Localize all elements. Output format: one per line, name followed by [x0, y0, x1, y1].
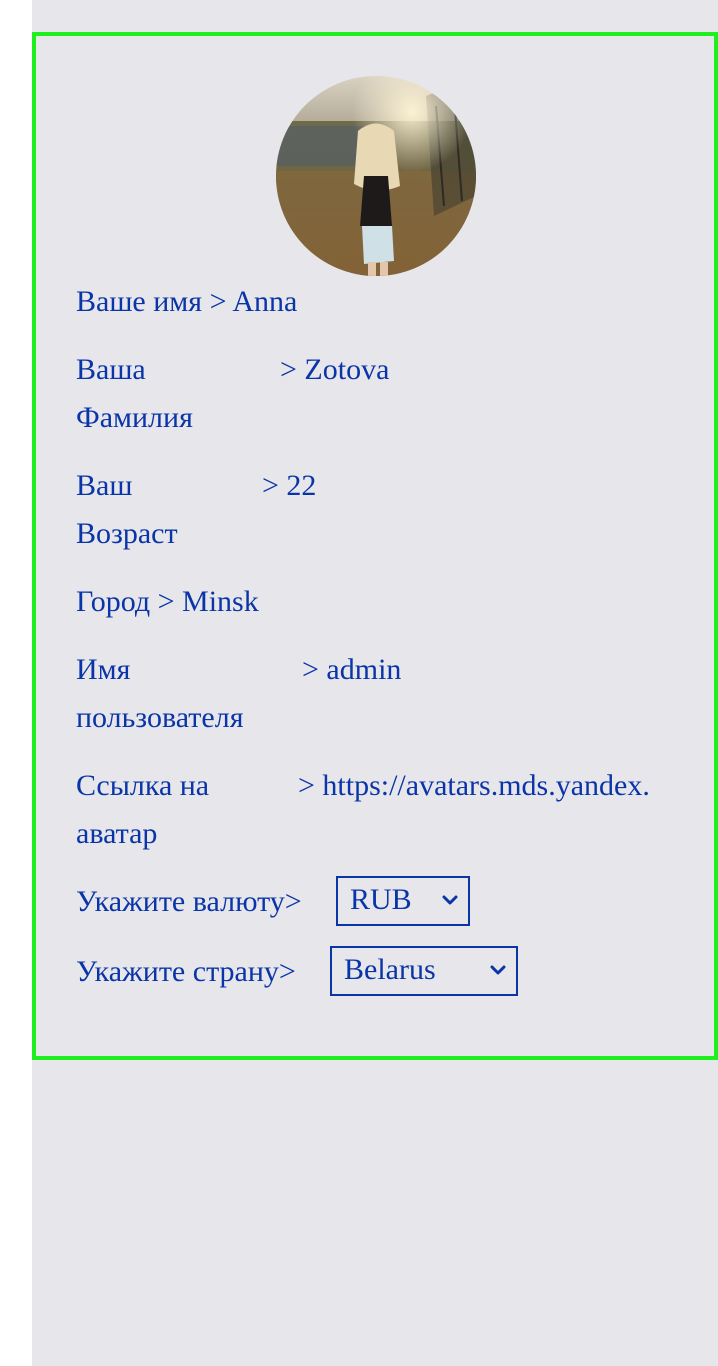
avatar-link-value: > https://avatars.mds.yandex.	[298, 769, 650, 802]
avatar	[276, 76, 476, 276]
age-label-line-2: Возраст	[76, 517, 178, 550]
city-label: Город	[76, 585, 151, 618]
city-value: > Minsk	[157, 585, 259, 618]
city-row: Город > Minsk	[76, 578, 259, 626]
surname-label: Ваша Фамилия	[76, 346, 276, 442]
name-row: Ваше имя > Anna	[76, 278, 297, 326]
username-label-line-1: Имя	[76, 653, 131, 686]
country-select[interactable]: Belarus	[330, 946, 518, 996]
age-label-line-1: Ваш	[76, 469, 133, 502]
surname-row: Ваша Фамилия > Zotova	[76, 346, 389, 442]
avatar-photo	[276, 76, 476, 276]
chevron-down-icon	[442, 895, 458, 905]
username-label: Имя пользователя	[76, 646, 298, 742]
surname-label-line-2: Фамилия	[76, 401, 193, 434]
country-label: Укажите страну>	[76, 955, 296, 988]
username-row: Имя пользователя > admin	[76, 646, 401, 742]
name-value: > Anna	[209, 285, 298, 318]
country-row: Укажите страну>	[76, 948, 296, 996]
avatar-link-label-line-1: Ссылка на	[76, 769, 210, 802]
chevron-down-icon	[490, 965, 506, 975]
avatar-link-label: Ссылка на аватар	[76, 762, 294, 858]
username-value: > admin	[302, 653, 402, 686]
currency-label: Укажите валюту>	[76, 885, 302, 918]
avatar-link-row: Ссылка на аватар > https://avatars.mds.y…	[76, 762, 650, 858]
currency-row: Укажите валюту>	[76, 878, 302, 926]
surname-value: > Zotova	[280, 353, 390, 386]
currency-select[interactable]: RUB	[336, 876, 470, 926]
age-label: Ваш Возраст	[76, 462, 258, 558]
username-label-line-2: пользователя	[76, 701, 244, 734]
age-row: Ваш Возраст > 22	[76, 462, 316, 558]
avatar-link-label-line-2: аватар	[76, 817, 158, 850]
name-label: Ваше имя	[76, 285, 203, 318]
country-selected: Belarus	[344, 953, 436, 986]
currency-selected: RUB	[350, 883, 412, 916]
profile-card: Ваше имя > Anna Ваша Фамилия > Zotova Ва…	[32, 32, 718, 1060]
surname-label-line-1: Ваша	[76, 353, 146, 386]
age-value: > 22	[262, 469, 317, 502]
